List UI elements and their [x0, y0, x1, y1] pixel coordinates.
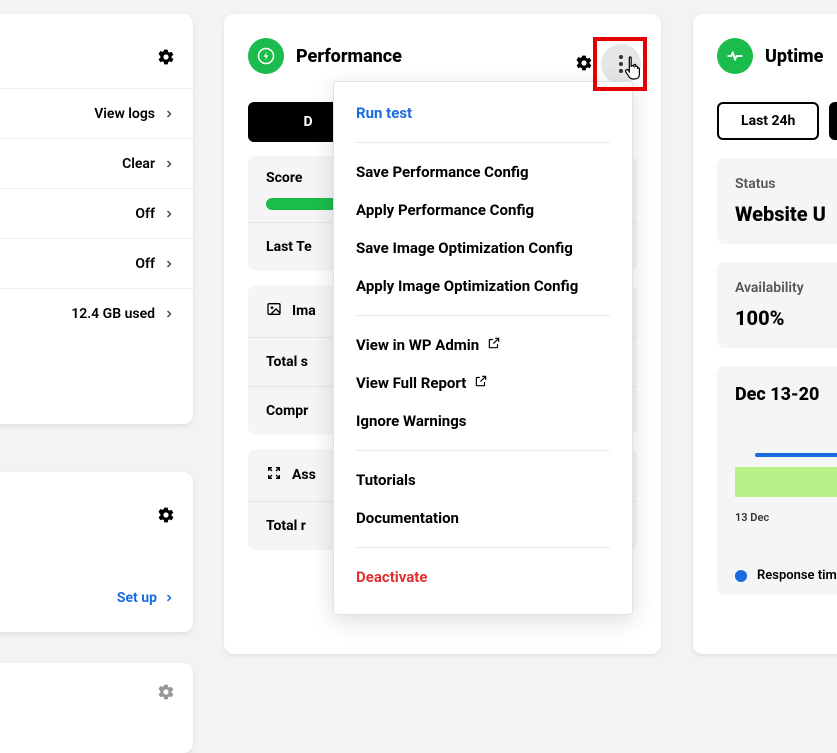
- response-time-line: [755, 453, 837, 457]
- status-value: Website U: [735, 202, 837, 226]
- divider: [356, 547, 610, 548]
- row-label: Clear: [122, 156, 155, 172]
- menu-item-run-test[interactable]: Run test: [334, 94, 632, 132]
- setup-label: Set up: [117, 590, 157, 606]
- menu-item-label: Apply Image Optimization Config: [356, 277, 578, 295]
- list-item[interactable]: 12.4 GB used: [0, 288, 193, 338]
- bolt-icon: [248, 38, 284, 74]
- menu-item-apply-img[interactable]: Apply Image Optimization Config: [334, 267, 632, 305]
- card-title: Performance: [296, 46, 402, 67]
- chart-area: [735, 453, 837, 503]
- menu-item-save-perf[interactable]: Save Performance Config: [334, 153, 632, 191]
- row-label: Total r: [266, 518, 306, 534]
- legend-label: Response time: [757, 568, 837, 583]
- row-label: Ima: [292, 303, 316, 319]
- left-card-templates: lates Set up: [0, 472, 193, 632]
- menu-item-documentation[interactable]: Documentation: [334, 499, 632, 537]
- card-title: Uptime: [765, 46, 823, 67]
- legend-dot: [735, 570, 747, 582]
- menu-item-save-img[interactable]: Save Image Optimization Config: [334, 229, 632, 267]
- chevron-right-icon: [163, 258, 175, 270]
- gear-icon[interactable]: [575, 54, 593, 72]
- menu-item-deactivate[interactable]: Deactivate: [334, 558, 632, 596]
- availability-key: Availability: [735, 280, 837, 296]
- uptime-card: Uptime Last 24h Status Website U Availab…: [693, 14, 837, 654]
- context-menu: Run test Save Performance Config Apply P…: [333, 81, 633, 615]
- menu-item-ignore[interactable]: Ignore Warnings: [334, 402, 632, 440]
- row-label: Compr: [266, 403, 308, 419]
- range-label: Last 24h: [741, 113, 795, 129]
- chart-panel: Dec 13-20 13 Dec Response time: [717, 366, 837, 595]
- menu-item-label: Tutorials: [356, 471, 416, 489]
- menu-item-view-report[interactable]: View Full Report: [334, 364, 632, 402]
- chevron-right-icon: [163, 308, 175, 320]
- list-item[interactable]: Off: [0, 188, 193, 238]
- menu-item-label: View Full Report: [356, 374, 466, 392]
- menu-item-label: Ignore Warnings: [356, 412, 466, 430]
- menu-item-label: Apply Performance Config: [356, 201, 534, 219]
- external-link-icon: [487, 336, 501, 354]
- availability-value: 100%: [735, 306, 837, 330]
- divider: [356, 450, 610, 451]
- row-label: Total s: [266, 354, 308, 370]
- left-card-bottom: [0, 663, 193, 753]
- gear-icon[interactable]: [157, 683, 175, 701]
- left-card: View logs Clear Off Off 12.4 GB used: [0, 14, 193, 424]
- compress-icon: [266, 465, 282, 485]
- chevron-right-icon: [163, 108, 175, 120]
- legend: Response time: [735, 568, 837, 583]
- row-label: Off: [135, 256, 155, 272]
- chevron-right-icon: [163, 158, 175, 170]
- gear-icon[interactable]: [157, 506, 175, 524]
- menu-item-apply-perf[interactable]: Apply Performance Config: [334, 191, 632, 229]
- row-label: Ass: [292, 467, 316, 483]
- x-axis-label: 13 Dec: [735, 511, 837, 524]
- range-button[interactable]: Last 24h: [717, 102, 819, 140]
- row-label: Off: [135, 206, 155, 222]
- uptime-band: [735, 467, 837, 497]
- status-key: Status: [735, 176, 837, 192]
- list-item[interactable]: Clear: [0, 138, 193, 188]
- more-menu-button[interactable]: [601, 44, 641, 84]
- menu-item-label: Documentation: [356, 509, 459, 527]
- chevron-right-icon: [163, 592, 175, 604]
- row-label: 12.4 GB used: [71, 306, 155, 322]
- score-bar: [266, 198, 338, 210]
- availability-panel: Availability 100%: [717, 262, 837, 348]
- button-label: D: [303, 114, 312, 130]
- chevron-right-icon: [163, 208, 175, 220]
- menu-item-label: Run test: [356, 104, 412, 122]
- secondary-button[interactable]: [829, 102, 837, 140]
- date-range: Dec 13-20: [735, 384, 837, 405]
- card-title-partial: lates: [0, 500, 175, 521]
- gear-icon[interactable]: [157, 48, 175, 66]
- setup-link[interactable]: Set up: [117, 590, 175, 606]
- menu-item-label: Save Image Optimization Config: [356, 239, 573, 257]
- divider: [356, 315, 610, 316]
- divider: [356, 142, 610, 143]
- menu-item-label: View in WP Admin: [356, 336, 479, 354]
- menu-item-view-wp[interactable]: View in WP Admin: [334, 326, 632, 364]
- image-icon: [266, 301, 282, 321]
- heartbeat-icon: [717, 38, 753, 74]
- list-item[interactable]: Off: [0, 238, 193, 288]
- row-label: View logs: [94, 106, 155, 122]
- row-label: Last Te: [266, 239, 312, 255]
- menu-item-tutorials[interactable]: Tutorials: [334, 461, 632, 499]
- menu-item-label: Save Performance Config: [356, 163, 529, 181]
- external-link-icon: [474, 374, 488, 392]
- dots-vertical-icon: [619, 55, 623, 73]
- status-panel: Status Website U: [717, 158, 837, 244]
- list-item[interactable]: View logs: [0, 88, 193, 138]
- menu-item-label: Deactivate: [356, 568, 427, 586]
